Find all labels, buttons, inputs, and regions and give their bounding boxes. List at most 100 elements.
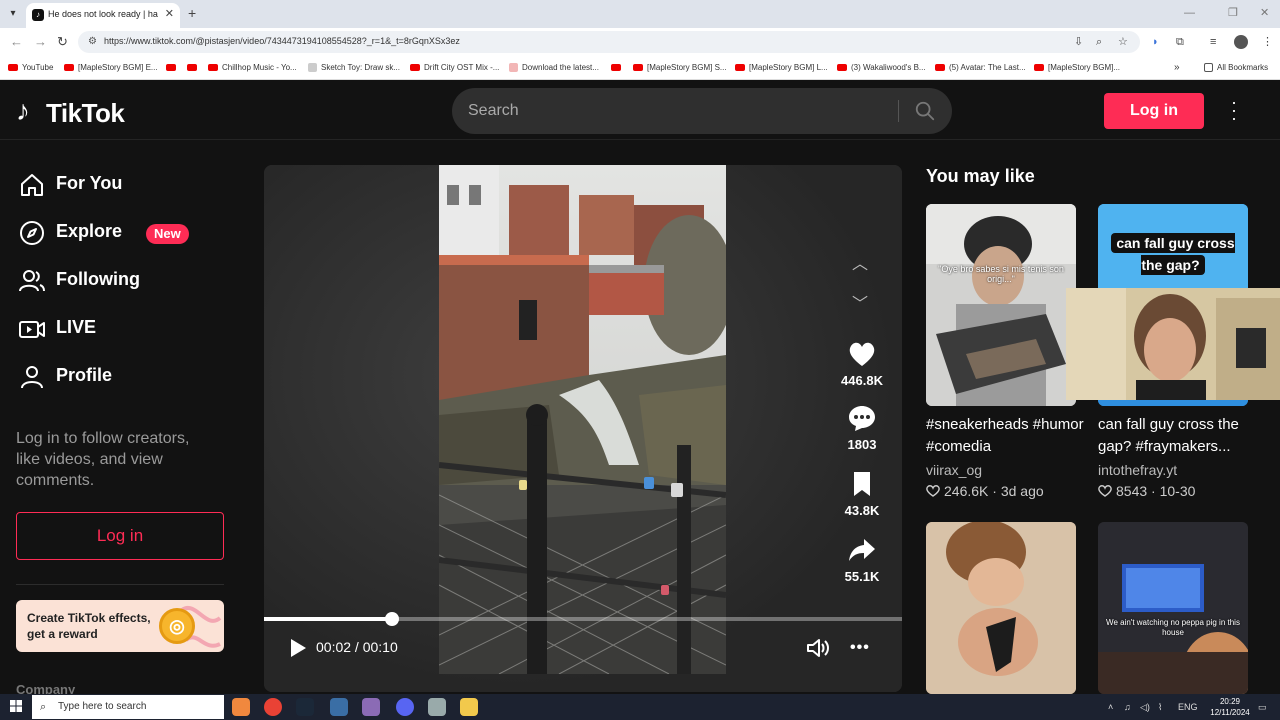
restore-icon[interactable]: ❐ [1228, 6, 1238, 20]
search-divider [898, 100, 899, 122]
tab-title: He does not look ready | happy [48, 9, 158, 19]
sidebar-login-button[interactable]: Log in [16, 512, 224, 560]
notifications-icon[interactable]: ▭ [1258, 701, 1267, 713]
bookmark-item[interactable]: Sketch Toy: Draw sk... [308, 62, 400, 73]
reload-icon[interactable]: ↻ [57, 34, 68, 50]
app-icon[interactable] [232, 698, 250, 716]
input-language[interactable]: ENG [1178, 701, 1198, 713]
forward-icon[interactable]: → [34, 34, 47, 50]
search-input[interactable] [468, 88, 888, 134]
sidebar-item-profile[interactable]: Profile [18, 360, 238, 392]
tab-search-icon[interactable]: ▾ [4, 5, 22, 23]
tray-overflow-icon[interactable]: ˄ [1108, 701, 1113, 713]
comment-action[interactable]: 1803 [820, 403, 902, 452]
app-icon[interactable] [330, 698, 348, 716]
sidebar-item-live[interactable]: LIVE [18, 312, 238, 344]
extensions-puzzle-icon[interactable]: ⧉ [1176, 35, 1184, 49]
thumbnail-image [926, 522, 1076, 694]
video-scene-image [439, 165, 726, 674]
next-video-icon[interactable]: ﹀ [852, 297, 868, 313]
new-tab-icon[interactable]: + [188, 5, 196, 21]
card-author[interactable]: viirax_og [926, 462, 982, 478]
bookmark-item[interactable]: Download the latest... [509, 62, 599, 73]
card-caption[interactable]: can fall guy cross the gap? #fraymakers.… [1098, 414, 1258, 458]
minimize-icon[interactable]: — [1184, 6, 1195, 20]
extension-icon[interactable]: ◗ [1152, 35, 1159, 49]
volume-tray-icon[interactable]: ◁) [1140, 701, 1150, 713]
tiktok-logo-text[interactable]: TikTok [46, 98, 125, 128]
download-icon [509, 63, 518, 73]
play-icon[interactable] [286, 637, 308, 659]
back-icon[interactable]: ← [10, 34, 23, 50]
close-window-icon[interactable]: ✕ [1260, 6, 1269, 20]
previous-video-icon[interactable]: ︿ [852, 257, 868, 273]
chrome-menu-icon[interactable]: ⋮ [1262, 35, 1273, 49]
bookmark-item[interactable] [611, 62, 625, 73]
bookmark-item[interactable]: [MapleStory BGM] E... [64, 62, 158, 73]
bookmark-star-icon[interactable]: ☆ [1118, 35, 1128, 49]
video-thumbnail[interactable] [926, 522, 1076, 694]
folder-icon [1204, 63, 1213, 73]
zoom-icon[interactable]: ⌕ [1096, 35, 1102, 49]
app-icon[interactable] [428, 698, 446, 716]
bookmark-item[interactable]: Chillhop Music - Yo... [208, 62, 297, 73]
bookmark-item[interactable]: Drift City OST Mix -... [410, 62, 499, 73]
effects-banner[interactable]: Create TikTok effects, get a reward ◎ [16, 600, 224, 652]
network-icon[interactable]: ⌇ [1158, 701, 1162, 713]
bookmark-item[interactable]: (3) Wakaliwood's B... [837, 62, 926, 73]
progress-handle[interactable] [384, 612, 399, 626]
address-bar[interactable]: ⚙ https://www.tiktok.com/@pistasjen/vide… [78, 31, 1140, 53]
bookmark-item[interactable]: [MapleStory BGM] S... [633, 62, 727, 73]
sidebar-item-explore[interactable]: Explore New [18, 216, 238, 248]
browser-tab[interactable]: ♪ He does not look ready | happy ✕ [26, 3, 180, 28]
heart-icon [849, 342, 875, 366]
more-options-icon[interactable]: · · · [1226, 93, 1242, 127]
bookmark-item[interactable]: YouTube [8, 62, 53, 73]
all-bookmarks[interactable]: All Bookmarks [1204, 62, 1268, 73]
sidebar-item-for-you[interactable]: For You [18, 168, 238, 200]
youtube-icon [166, 64, 176, 72]
chrome-icon[interactable] [264, 698, 282, 716]
tiktok-logo-icon[interactable]: ♪ [16, 96, 40, 126]
windows-start-icon[interactable] [10, 700, 22, 712]
install-app-icon[interactable]: ⇩ [1074, 35, 1083, 49]
like-action[interactable]: 446.8K [820, 339, 902, 388]
url-text[interactable]: https://www.tiktok.com/@pistasjen/video/… [104, 36, 460, 46]
more-icon[interactable]: ••• [850, 639, 870, 657]
steam-icon[interactable] [296, 698, 314, 716]
discord-icon[interactable] [396, 698, 414, 716]
video-frame[interactable] [439, 165, 726, 674]
video-player[interactable]: ︿ ﹀ 446.8K 1803 43.8K 55.1K 00:02 / 00:1… [264, 165, 902, 692]
login-button[interactable]: Log in [1104, 93, 1204, 129]
bookmarks-overflow-icon[interactable]: » [1174, 62, 1180, 73]
bookmark-item[interactable]: [MapleStory BGM]... [1034, 62, 1120, 73]
media-icon[interactable]: ≡ [1210, 35, 1216, 49]
progress-bar[interactable] [264, 612, 902, 626]
taskbar-search[interactable]: ⌕ Type here to search [32, 695, 224, 719]
sidebar-item-following[interactable]: Following [18, 264, 238, 296]
bookmark-item[interactable] [187, 62, 201, 73]
bookmark-item[interactable]: (5) Avatar: The Last... [935, 62, 1026, 73]
comment-count: 1803 [847, 437, 877, 452]
clock[interactable]: 20:29 12/11/2024 [1208, 696, 1252, 718]
mic-icon[interactable]: ♫ [1124, 701, 1131, 713]
thumbnail-caption: We ain't watching no peppa pig in this h… [1106, 618, 1240, 637]
card-caption[interactable]: #sneakerheads #humor #comedia [926, 414, 1086, 458]
bookmark-item[interactable]: [MapleStory BGM] L... [735, 62, 828, 73]
video-thumbnail[interactable]: "Oye bro sabes si mis tenis son origi...… [926, 204, 1076, 406]
video-thumbnail[interactable]: We ain't watching no peppa pig in this h… [1098, 522, 1248, 694]
site-info-icon[interactable]: ⚙ [88, 35, 97, 49]
bookmark-item[interactable] [166, 62, 180, 73]
card-meta: 8543 · 10-30 [1098, 483, 1195, 499]
search-icon[interactable] [914, 100, 936, 122]
share-action[interactable]: 55.1K [820, 535, 902, 584]
volume-icon[interactable] [806, 637, 830, 659]
webcam-overlay [1066, 288, 1280, 400]
app-icon[interactable] [362, 698, 380, 716]
tab-close-icon[interactable]: ✕ [165, 8, 174, 20]
card-author[interactable]: intothefray.yt [1098, 462, 1177, 478]
bookmark-action[interactable]: 43.8K [820, 469, 902, 518]
youtube-icon [410, 64, 420, 72]
profile-avatar[interactable] [1234, 35, 1248, 49]
file-explorer-icon[interactable] [460, 698, 478, 716]
